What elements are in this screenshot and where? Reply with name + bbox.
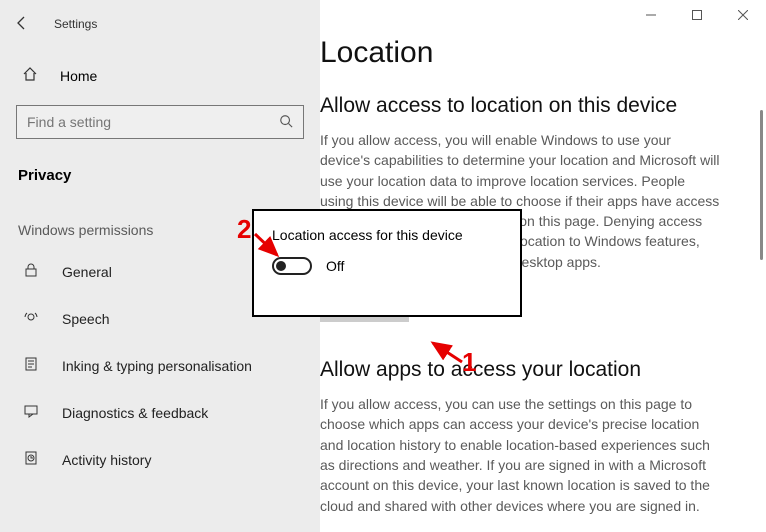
clipboard-icon	[22, 356, 40, 375]
nav-home-label: Home	[60, 68, 97, 84]
location-toggle[interactable]	[272, 257, 312, 275]
back-icon[interactable]	[14, 15, 30, 34]
minimize-button[interactable]	[628, 0, 674, 30]
home-icon	[22, 66, 38, 85]
feedback-icon	[22, 403, 40, 422]
lock-icon	[22, 262, 40, 281]
popup-title: Location access for this device	[272, 227, 502, 243]
history-icon	[22, 450, 40, 469]
nav-item-inking[interactable]: Inking & typing personalisation	[0, 342, 320, 389]
section2-body: If you allow access, you can use the set…	[320, 394, 720, 516]
toggle-state-label: Off	[326, 258, 344, 274]
close-button[interactable]	[720, 0, 766, 30]
location-access-popup: Location access for this device Off	[252, 209, 522, 317]
toggle-knob	[276, 261, 286, 271]
nav-item-label: Activity history	[62, 452, 151, 468]
section2-title: Allow apps to access your location	[320, 358, 738, 382]
nav-item-activity[interactable]: Activity history	[0, 436, 320, 483]
window-title: Settings	[54, 17, 97, 31]
nav-item-label: Inking & typing personalisation	[62, 358, 252, 374]
page-title: Location	[320, 36, 738, 70]
search-icon	[279, 114, 293, 131]
search-input-container[interactable]	[16, 105, 304, 139]
nav-item-diagnostics[interactable]: Diagnostics & feedback	[0, 389, 320, 436]
nav-item-label: General	[62, 264, 112, 280]
speech-icon	[22, 309, 40, 328]
nav-active-category[interactable]: Privacy	[0, 157, 320, 194]
scrollbar[interactable]	[760, 110, 763, 260]
search-input[interactable]	[27, 114, 279, 130]
section1-title: Allow access to location on this device	[320, 94, 738, 118]
nav-home[interactable]: Home	[0, 56, 320, 95]
nav-item-label: Speech	[62, 311, 109, 327]
nav-item-label: Diagnostics & feedback	[62, 405, 208, 421]
maximize-button[interactable]	[674, 0, 720, 30]
